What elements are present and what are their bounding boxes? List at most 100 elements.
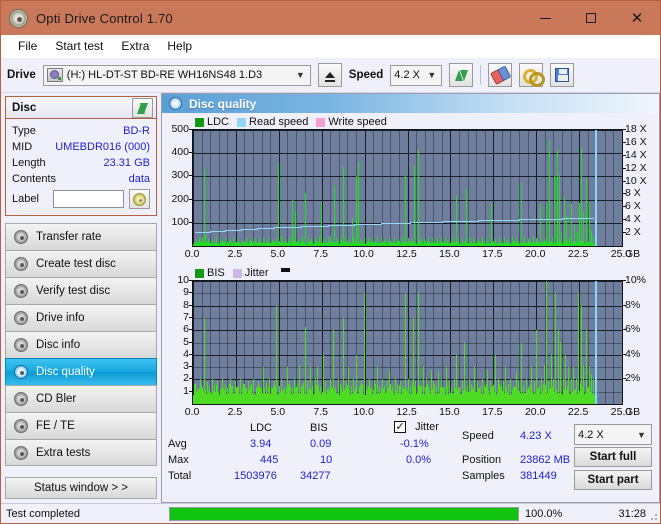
sidebar-item-create-test-disc[interactable]: Create test disc: [5, 250, 157, 277]
stats-row-max: Max: [168, 454, 189, 466]
data-bar: [368, 379, 370, 404]
data-bar: [588, 367, 590, 404]
legend-label: Read speed: [249, 116, 309, 128]
sidebar-item-label: Disc quality: [36, 366, 95, 378]
data-bar: [507, 385, 509, 404]
data-bar: [330, 236, 332, 246]
sidebar-item-verify-test-disc[interactable]: Verify test disc: [5, 277, 157, 304]
data-bar: [414, 165, 416, 246]
data-bar: [372, 239, 374, 246]
data-bar: [237, 388, 239, 404]
data-bar: [407, 238, 409, 246]
menu-start-test[interactable]: Start test: [46, 37, 112, 55]
main-body: Disc Type BD-R MID UMEBDR016 (000) Lengt…: [1, 93, 660, 503]
drive-select-value: (H:) HL-DT-ST BD-RE WH16NS48 1.D3: [66, 69, 263, 81]
resize-grip[interactable]: [648, 511, 658, 521]
legend-swatch: [237, 117, 247, 127]
data-bar: [576, 232, 578, 246]
data-bar: [361, 380, 363, 404]
disc-row-length: Length 23.31 GB: [12, 155, 150, 171]
data-bar: [366, 385, 368, 404]
legend-jitter: Jitter: [232, 267, 269, 279]
erase-button[interactable]: [488, 63, 513, 87]
sidebar-item-drive-info[interactable]: Drive info: [5, 304, 157, 331]
data-bar: [567, 367, 569, 404]
eraser-icon: [490, 66, 510, 84]
data-bar: [250, 385, 252, 404]
sidebar-item-label: Disc info: [36, 339, 81, 351]
data-bar: [322, 354, 324, 404]
legend-read-speed: Read speed: [237, 116, 308, 128]
data-bar: [578, 293, 580, 404]
data-bar: [204, 317, 206, 404]
samples-stat-value: 381449: [520, 470, 557, 482]
data-bar: [263, 367, 265, 404]
maximize-button[interactable]: [568, 1, 614, 35]
data-bar: [417, 293, 419, 404]
data-bar: [549, 140, 551, 246]
data-bar: [247, 380, 249, 404]
data-bar: [220, 239, 222, 246]
minimize-button[interactable]: [522, 1, 568, 35]
data-bar: [283, 386, 285, 404]
data-bar: [289, 236, 291, 246]
data-bar: [271, 386, 273, 404]
data-bar: [297, 239, 299, 246]
data-bar: [458, 386, 460, 404]
test-speed-select[interactable]: 4.2 X ▼: [574, 424, 652, 445]
drive-select[interactable]: (H:) HL-DT-ST BD-RE WH16NS48 1.D3 ▼: [42, 64, 311, 86]
disc-icon: [14, 230, 28, 244]
sidebar-item-transfer-rate[interactable]: Transfer rate: [5, 223, 157, 250]
disc-icon: [14, 257, 28, 271]
start-full-button[interactable]: Start full: [574, 447, 652, 467]
eject-button[interactable]: [317, 63, 342, 87]
data-bar: [217, 380, 219, 404]
disc-refresh-button[interactable]: [132, 97, 153, 118]
data-bar: [538, 385, 540, 404]
bis-total-value: 34277: [300, 470, 331, 482]
data-bar: [561, 232, 563, 246]
menu-bar: File Start test Extra Help: [1, 35, 660, 58]
data-bar: [516, 238, 518, 246]
disc-label-button[interactable]: [129, 189, 150, 209]
sidebar: Disc Type BD-R MID UMEBDR016 (000) Lengt…: [1, 93, 161, 503]
refresh-icon: [454, 68, 469, 83]
close-button[interactable]: ✕: [614, 1, 660, 35]
start-part-button[interactable]: Start part: [574, 470, 652, 490]
save-button[interactable]: [550, 63, 575, 87]
data-bar: [233, 236, 235, 246]
data-bar: [211, 239, 213, 246]
data-bar: [566, 215, 568, 246]
data-bar: [440, 379, 442, 404]
data-bar: [456, 354, 458, 404]
menu-extra[interactable]: Extra: [112, 37, 158, 55]
sidebar-item-disc-quality[interactable]: Disc quality: [5, 358, 157, 385]
sidebar-item-disc-info[interactable]: Disc info: [5, 331, 157, 358]
jitter-checkbox[interactable]: ✓: [394, 421, 406, 434]
axis-tick-label: 4%: [625, 347, 641, 360]
data-bar: [325, 381, 327, 404]
menu-help[interactable]: Help: [158, 37, 201, 55]
sidebar-item-extra-tests[interactable]: Extra tests: [5, 439, 157, 466]
legend-ldc: LDC: [195, 116, 229, 128]
menu-file[interactable]: File: [9, 37, 46, 55]
legend-label: Jitter: [244, 267, 269, 279]
eject-icon: [324, 72, 335, 82]
sidebar-item-fe-te[interactable]: FE / TE: [5, 412, 157, 439]
data-bar: [570, 379, 572, 404]
data-bar: [348, 367, 350, 404]
data-bar: [473, 238, 475, 246]
data-bar: [410, 386, 412, 404]
data-bar: [376, 236, 378, 246]
speed-select[interactable]: 4.2 X ▼: [390, 64, 443, 86]
tools-button[interactable]: [519, 63, 546, 87]
progress-bar: [169, 506, 519, 521]
data-bar: [436, 239, 438, 246]
refresh-button[interactable]: [449, 63, 474, 87]
jitter-toggle[interactable]: ✓ Jitter: [394, 421, 439, 434]
disc-label-input[interactable]: [53, 190, 124, 208]
data-bar: [229, 239, 231, 246]
status-window-button[interactable]: Status window > >: [5, 477, 157, 499]
data-bar: [420, 385, 422, 404]
sidebar-item-cd-bler[interactable]: CD Bler: [5, 385, 157, 412]
